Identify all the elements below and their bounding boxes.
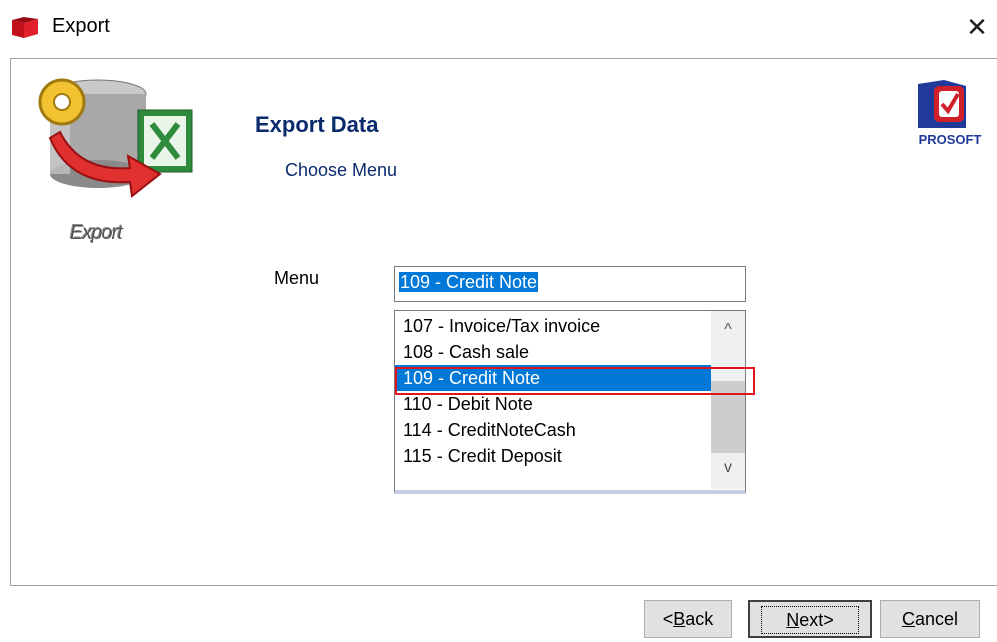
list-item[interactable]: 107 - Invoice/Tax invoice: [395, 313, 711, 339]
back-prefix: <: [662, 609, 674, 629]
next-focus-ring: Next>: [761, 606, 859, 634]
cancel-label-rest: ancel: [914, 609, 959, 629]
prosoft-logo: PROSOFT: [918, 80, 982, 147]
back-button[interactable]: <Back: [644, 600, 732, 638]
cancel-button[interactable]: Cancel: [880, 600, 980, 638]
list-item[interactable]: 114 - CreditNoteCash: [395, 417, 711, 443]
page-subtitle: Choose Menu: [285, 160, 398, 180]
chevron-up-icon[interactable]: ^: [711, 315, 745, 345]
list-item[interactable]: 108 - Cash sale: [395, 339, 711, 365]
prosoft-logo-text: PROSOFT: [919, 132, 982, 147]
menu-listbox[interactable]: 107 - Invoice/Tax invoice 108 - Cash sal…: [394, 310, 755, 494]
page-title: Export Data: [255, 112, 379, 137]
scroll-thumb[interactable]: [711, 381, 745, 453]
cancel-accesskey: C: [901, 609, 915, 629]
next-accesskey: N: [786, 610, 800, 630]
list-scrollbar[interactable]: ^ v: [711, 311, 745, 489]
next-button[interactable]: Next>: [748, 600, 872, 638]
list-item[interactable]: 110 - Debit Note: [395, 391, 711, 417]
red-book-icon: [12, 17, 38, 38]
title-bar: Export ✕: [0, 0, 997, 58]
chevron-down-icon[interactable]: v: [711, 453, 745, 483]
menu-combo-input[interactable]: 109 - Credit Note: [394, 266, 746, 302]
next-label-rest: ext>: [799, 610, 834, 630]
list-item[interactable]: 115 - Credit Deposit: [395, 443, 711, 469]
back-label-rest: ack: [685, 609, 714, 629]
back-accesskey: B: [673, 609, 686, 629]
database-excel-export-icon: [38, 78, 193, 198]
menu-input-value: 109 - Credit Note: [399, 272, 539, 292]
close-button[interactable]: ✕: [962, 10, 992, 44]
export-caption: Export: [70, 222, 123, 244]
window-title: Export: [52, 15, 110, 37]
list-item-selected[interactable]: 109 - Credit Note: [395, 365, 711, 391]
menu-label: Menu: [274, 268, 320, 288]
